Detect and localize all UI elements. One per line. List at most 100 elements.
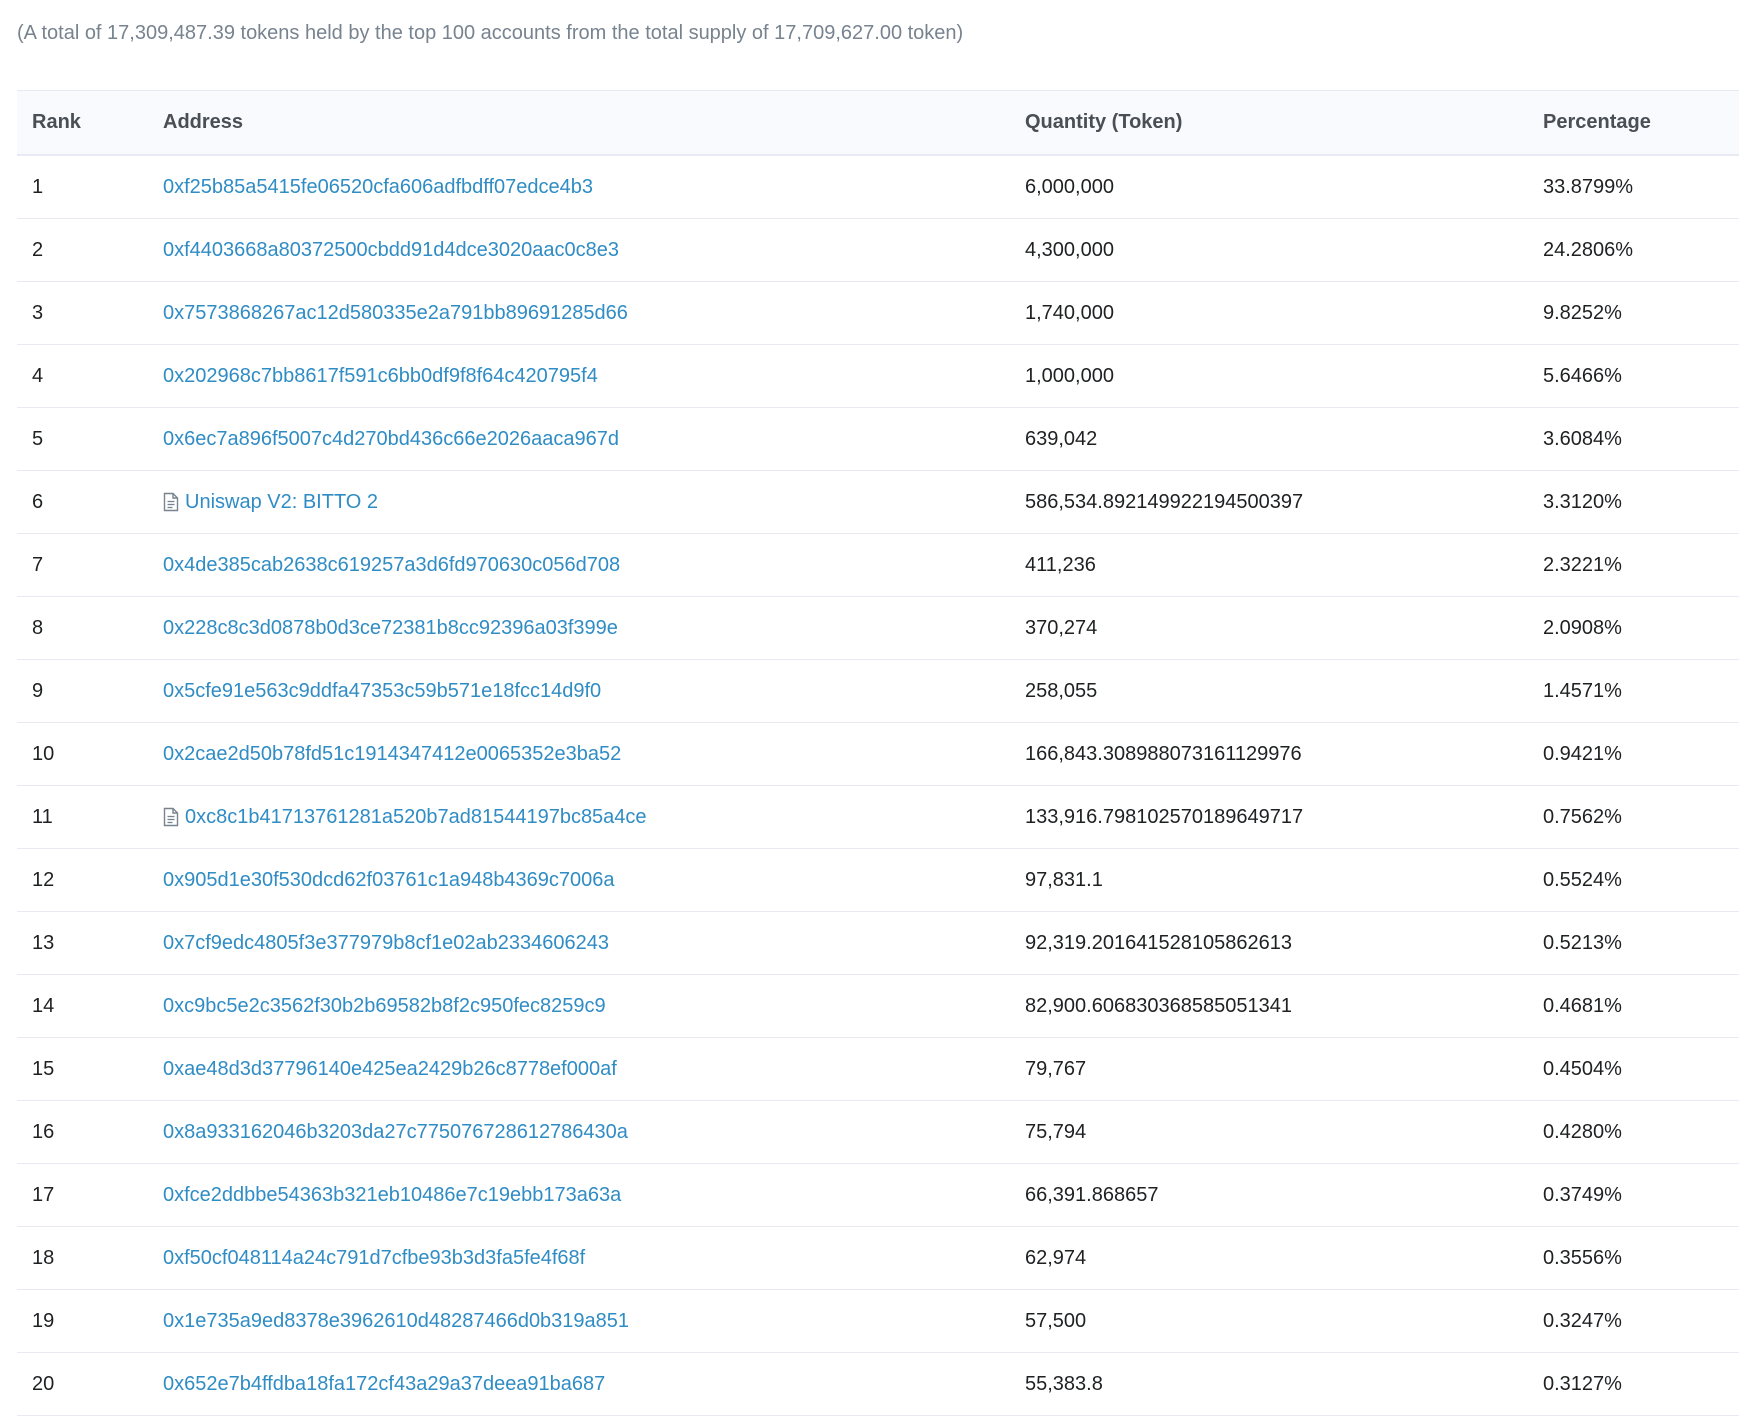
percentage-cell: 0.3749% bbox=[1543, 1183, 1622, 1206]
percentage-cell: 2.3221% bbox=[1543, 553, 1622, 576]
address-cell: Uniswap V2: BITTO 2 bbox=[163, 491, 1025, 514]
address-cell: 0x7573868267ac12d580335e2a791bb89691285d… bbox=[163, 302, 1025, 325]
rank-cell: 2 bbox=[32, 238, 44, 261]
quantity-cell: 66,391.868657 bbox=[1025, 1183, 1159, 1206]
address-cell: 0x4de385cab2638c619257a3d6fd970630c056d7… bbox=[163, 554, 1025, 577]
table-row-15: 15 0xae48d3d37796140e425ea2429b26c8778ef… bbox=[17, 1038, 1739, 1101]
table-row-14: 14 0xc9bc5e2c3562f30b2b69582b8f2c950fec8… bbox=[17, 975, 1739, 1038]
holder-address-link[interactable]: 0x5cfe91e563c9ddfa47353c59b571e18fcc14d9… bbox=[163, 680, 601, 703]
quantity-cell: 1,000,000 bbox=[1025, 364, 1114, 387]
address-cell: 0x6ec7a896f5007c4d270bd436c66e2026aaca96… bbox=[163, 428, 1025, 451]
holder-address-link[interactable]: 0x202968c7bb8617f591c6bb0df9f8f64c420795… bbox=[163, 365, 598, 388]
quantity-cell: 62,974 bbox=[1025, 1246, 1087, 1269]
address-cell: 0xae48d3d37796140e425ea2429b26c8778ef000… bbox=[163, 1058, 1025, 1081]
address-cell: 0x1e735a9ed8378e3962610d48287466d0b319a8… bbox=[163, 1310, 1025, 1333]
quantity-cell: 92,319.201641528105862613 bbox=[1025, 931, 1292, 954]
percentage-cell: 0.4681% bbox=[1543, 994, 1622, 1017]
table-row-19: 19 0x1e735a9ed8378e3962610d48287466d0b31… bbox=[17, 1290, 1739, 1353]
holder-address-link[interactable]: 0xc9bc5e2c3562f30b2b69582b8f2c950fec8259… bbox=[163, 995, 606, 1018]
quantity-cell: 133,916.798102570189649717 bbox=[1025, 805, 1304, 828]
quantity-cell: 370,274 bbox=[1025, 616, 1098, 639]
header-percentage: Percentage bbox=[1543, 111, 1651, 133]
rank-cell: 17 bbox=[32, 1183, 55, 1206]
holder-address-link[interactable]: 0x2cae2d50b78fd51c1914347412e0065352e3ba… bbox=[163, 743, 621, 766]
holder-address-link[interactable]: 0xae48d3d37796140e425ea2429b26c8778ef000… bbox=[163, 1058, 617, 1081]
table-header-row: Rank Address Quantity (Token) Percentage bbox=[17, 91, 1739, 156]
rank-cell: 19 bbox=[32, 1309, 55, 1332]
address-cell: 0xf25b85a5415fe06520cfa606adfbdff07edce4… bbox=[163, 176, 1025, 199]
holder-address-link[interactable]: 0x905d1e30f530dcd62f03761c1a948b4369c700… bbox=[163, 869, 615, 892]
address-cell: 0x8a933162046b3203da27c77507672861278643… bbox=[163, 1121, 1025, 1144]
header-quantity: Quantity (Token) bbox=[1025, 111, 1183, 133]
holder-address-link[interactable]: 0xf25b85a5415fe06520cfa606adfbdff07edce4… bbox=[163, 176, 593, 199]
address-cell: 0x652e7b4ffdba18fa172cf43a29a37deea91ba6… bbox=[163, 1373, 1025, 1396]
table-row-7: 7 0x4de385cab2638c619257a3d6fd970630c056… bbox=[17, 534, 1739, 597]
holder-address-link[interactable]: 0x4de385cab2638c619257a3d6fd970630c056d7… bbox=[163, 554, 620, 577]
percentage-cell: 0.5213% bbox=[1543, 931, 1622, 954]
address-cell: 0x228c8c3d0878b0d3ce72381b8cc92396a03f39… bbox=[163, 617, 1025, 640]
quantity-cell: 166,843.308988073161129976 bbox=[1025, 742, 1302, 765]
percentage-cell: 5.6466% bbox=[1543, 364, 1622, 387]
holder-address-link[interactable]: 0xc8c1b41713761281a520b7ad81544197bc85a4… bbox=[185, 806, 647, 829]
header-address: Address bbox=[163, 111, 244, 133]
percentage-cell: 0.3247% bbox=[1543, 1309, 1622, 1332]
address-cell: 0x5cfe91e563c9ddfa47353c59b571e18fcc14d9… bbox=[163, 680, 1025, 703]
table-row-18: 18 0xf50cf048114a24c791d7cfbe93b3d3fa5fe… bbox=[17, 1227, 1739, 1290]
quantity-cell: 586,534.892149922194500397 bbox=[1025, 490, 1304, 513]
holder-address-link[interactable]: 0x228c8c3d0878b0d3ce72381b8cc92396a03f39… bbox=[163, 617, 618, 640]
address-cell: 0x202968c7bb8617f591c6bb0df9f8f64c420795… bbox=[163, 365, 1025, 388]
rank-cell: 16 bbox=[32, 1120, 55, 1143]
address-cell: 0x905d1e30f530dcd62f03761c1a948b4369c700… bbox=[163, 869, 1025, 892]
rank-cell: 10 bbox=[32, 742, 55, 765]
percentage-cell: 0.3556% bbox=[1543, 1246, 1622, 1269]
table-row-8: 8 0x228c8c3d0878b0d3ce72381b8cc92396a03f… bbox=[17, 597, 1739, 660]
percentage-cell: 0.5524% bbox=[1543, 868, 1622, 891]
rank-cell: 5 bbox=[32, 427, 44, 450]
address-cell: 0x2cae2d50b78fd51c1914347412e0065352e3ba… bbox=[163, 743, 1025, 766]
holder-address-link[interactable]: 0x6ec7a896f5007c4d270bd436c66e2026aaca96… bbox=[163, 428, 619, 451]
header-rank: Rank bbox=[32, 111, 81, 133]
percentage-cell: 0.4280% bbox=[1543, 1120, 1622, 1143]
table-row-12: 12 0x905d1e30f530dcd62f03761c1a948b4369c… bbox=[17, 849, 1739, 912]
percentage-cell: 0.9421% bbox=[1543, 742, 1622, 765]
token-holders-table: Rank Address Quantity (Token) Percentage… bbox=[17, 90, 1739, 1416]
percentage-cell: 0.3127% bbox=[1543, 1372, 1622, 1395]
percentage-cell: 33.8799% bbox=[1543, 175, 1634, 198]
holder-address-link[interactable]: 0x652e7b4ffdba18fa172cf43a29a37deea91ba6… bbox=[163, 1373, 605, 1396]
holder-address-link[interactable]: 0xf50cf048114a24c791d7cfbe93b3d3fa5fe4f6… bbox=[163, 1247, 585, 1270]
rank-cell: 8 bbox=[32, 616, 44, 639]
table-body: 1 0xf25b85a5415fe06520cfa606adfbdff07edc… bbox=[17, 156, 1739, 1416]
holder-address-link[interactable]: 0x1e735a9ed8378e3962610d48287466d0b319a8… bbox=[163, 1310, 629, 1333]
quantity-cell: 258,055 bbox=[1025, 679, 1098, 702]
file-contract-icon bbox=[163, 807, 179, 827]
address-cell: 0xf4403668a80372500cbdd91d4dce3020aac0c8… bbox=[163, 239, 1025, 262]
address-cell: 0xc9bc5e2c3562f30b2b69582b8f2c950fec8259… bbox=[163, 995, 1025, 1018]
quantity-cell: 411,236 bbox=[1025, 553, 1096, 576]
address-cell: 0x7cf9edc4805f3e377979b8cf1e02ab23346062… bbox=[163, 932, 1025, 955]
table-row-13: 13 0x7cf9edc4805f3e377979b8cf1e02ab23346… bbox=[17, 912, 1739, 975]
holder-address-link[interactable]: Uniswap V2: BITTO 2 bbox=[185, 491, 378, 514]
table-row-20: 20 0x652e7b4ffdba18fa172cf43a29a37deea91… bbox=[17, 1353, 1739, 1416]
table-row-4: 4 0x202968c7bb8617f591c6bb0df9f8f64c4207… bbox=[17, 345, 1739, 408]
holder-address-link[interactable]: 0xfce2ddbbe54363b321eb10486e7c19ebb173a6… bbox=[163, 1184, 621, 1207]
percentage-cell: 0.7562% bbox=[1543, 805, 1622, 828]
quantity-cell: 82,900.606830368585051341 bbox=[1025, 994, 1292, 1017]
table-row-10: 10 0x2cae2d50b78fd51c1914347412e0065352e… bbox=[17, 723, 1739, 786]
percentage-cell: 9.8252% bbox=[1543, 301, 1622, 324]
rank-cell: 12 bbox=[32, 868, 55, 891]
file-contract-icon bbox=[163, 492, 179, 512]
rank-cell: 1 bbox=[32, 175, 44, 198]
address-cell: 0xfce2ddbbe54363b321eb10486e7c19ebb173a6… bbox=[163, 1184, 1025, 1207]
quantity-cell: 57,500 bbox=[1025, 1309, 1087, 1332]
holder-address-link[interactable]: 0x7cf9edc4805f3e377979b8cf1e02ab23346062… bbox=[163, 932, 609, 955]
holder-address-link[interactable]: 0x7573868267ac12d580335e2a791bb89691285d… bbox=[163, 302, 628, 325]
percentage-cell: 2.0908% bbox=[1543, 616, 1622, 639]
holder-address-link[interactable]: 0xf4403668a80372500cbdd91d4dce3020aac0c8… bbox=[163, 239, 619, 262]
percentage-cell: 1.4571% bbox=[1543, 679, 1622, 702]
quantity-cell: 6,000,000 bbox=[1025, 175, 1114, 198]
holder-address-link[interactable]: 0x8a933162046b3203da27c77507672861278643… bbox=[163, 1121, 628, 1144]
table-row-3: 3 0x7573868267ac12d580335e2a791bb8969128… bbox=[17, 282, 1739, 345]
rank-cell: 6 bbox=[32, 490, 44, 513]
table-row-1: 1 0xf25b85a5415fe06520cfa606adfbdff07edc… bbox=[17, 156, 1739, 219]
table-row-5: 5 0x6ec7a896f5007c4d270bd436c66e2026aaca… bbox=[17, 408, 1739, 471]
